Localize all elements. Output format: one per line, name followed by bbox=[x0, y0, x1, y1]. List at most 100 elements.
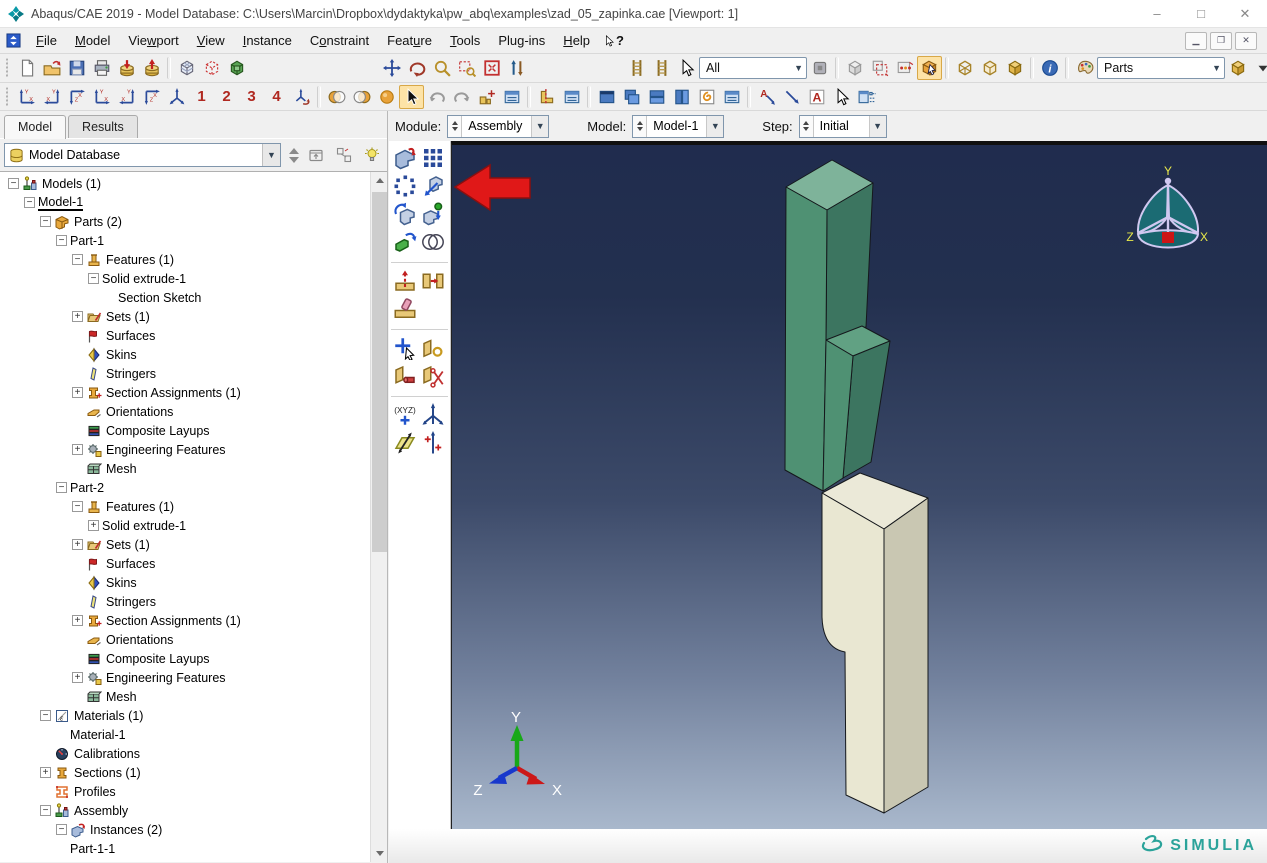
mdi-minimize-button[interactable]: ▁ bbox=[1185, 32, 1207, 50]
chevron-down-icon[interactable]: ▼ bbox=[869, 116, 886, 137]
tree-tips-button[interactable] bbox=[361, 144, 383, 166]
view-compass[interactable]: Y Z X bbox=[1126, 164, 1208, 248]
separator[interactable]: ▼ bbox=[587, 86, 591, 108]
tree-expander[interactable]: + bbox=[88, 520, 99, 531]
translate-instance-button[interactable] bbox=[419, 172, 447, 200]
annotation-text-button[interactable]: ▼ bbox=[804, 85, 829, 109]
user-view-4-button[interactable]: 4 ▼ bbox=[264, 85, 289, 109]
color-dropdown-button[interactable]: ▼ bbox=[1250, 56, 1267, 80]
tree-part-1-1[interactable]: Part-1-1 bbox=[0, 839, 370, 858]
tree-mesh-1[interactable]: Mesh bbox=[0, 459, 370, 478]
tile-horizontal-button[interactable]: ▼ bbox=[644, 85, 669, 109]
scroll-up-button[interactable] bbox=[371, 172, 387, 189]
green-part[interactable] bbox=[785, 160, 890, 491]
tree-part-1[interactable]: − Part-1 bbox=[0, 231, 370, 250]
rotate-instance-button[interactable] bbox=[391, 200, 419, 228]
tree-section-assignments-1[interactable]: + Section Assignments (1) bbox=[0, 383, 370, 402]
constraint-coincident-point-button[interactable] bbox=[391, 334, 419, 362]
box-zoom-button[interactable]: ▼ bbox=[454, 56, 479, 80]
scrollbar-thumb[interactable] bbox=[372, 192, 387, 552]
perspective-on-button[interactable]: ▼ bbox=[324, 85, 349, 109]
create-datum-point-xyz-button[interactable] bbox=[391, 401, 419, 429]
minimize-button[interactable]: – bbox=[1135, 0, 1179, 28]
menu-viewport[interactable]: Viewport bbox=[119, 30, 187, 51]
radial-pattern-button[interactable] bbox=[391, 172, 419, 200]
display-group-create-button[interactable]: ▼ bbox=[842, 56, 867, 80]
redo-button[interactable]: ▼ bbox=[449, 85, 474, 109]
display-group-pick-button[interactable]: ▼ bbox=[917, 56, 942, 80]
annotation-arrow-button[interactable]: ▼ bbox=[779, 85, 804, 109]
view-bottom-button[interactable]: ▼ bbox=[89, 85, 114, 109]
tree-sets-1[interactable]: + Sets (1) bbox=[0, 307, 370, 326]
tree-expander[interactable]: − bbox=[72, 254, 83, 265]
menu-plugins[interactable]: Plug-ins bbox=[489, 30, 554, 51]
reference-cube-button[interactable]: ▼ bbox=[199, 56, 224, 80]
scroll-down-button[interactable] bbox=[371, 845, 387, 862]
tab-results[interactable]: Results bbox=[68, 115, 138, 138]
model-spinner[interactable] bbox=[633, 116, 647, 137]
menu-tools[interactable]: Tools bbox=[441, 30, 489, 51]
module-combo[interactable]: Assembly ▼ bbox=[447, 115, 549, 138]
apply-view-button[interactable]: ▼ bbox=[289, 85, 314, 109]
tree-expander[interactable]: − bbox=[8, 178, 19, 189]
spacer[interactable]: ▼ bbox=[249, 56, 379, 80]
auto-fit-view-button[interactable]: ▼ bbox=[479, 56, 504, 80]
tree-features-2[interactable]: − Features (1) bbox=[0, 497, 370, 516]
tree-expander[interactable]: + bbox=[40, 767, 51, 778]
pointer-tool-button[interactable]: ▼ bbox=[399, 85, 424, 109]
tree-engineering-features-1[interactable]: + Engineering Features bbox=[0, 440, 370, 459]
menu-file[interactable]: File bbox=[27, 30, 66, 51]
tree-expander[interactable]: − bbox=[56, 824, 67, 835]
tree-expander[interactable]: − bbox=[88, 273, 99, 284]
separator[interactable]: ▼ bbox=[945, 57, 949, 79]
display-group-points-button[interactable]: ▼ bbox=[892, 56, 917, 80]
tree-parts[interactable]: − Parts (2) bbox=[0, 212, 370, 231]
separator[interactable]: ▼ bbox=[747, 86, 751, 108]
export-database-button[interactable]: ▼ bbox=[139, 56, 164, 80]
tree-surfaces-1[interactable]: Surfaces bbox=[0, 326, 370, 345]
tree-expander[interactable]: − bbox=[40, 216, 51, 227]
print-button[interactable]: ▼ bbox=[89, 56, 114, 80]
separator[interactable]: ▼ bbox=[317, 86, 321, 108]
spin-up-icon[interactable] bbox=[289, 148, 299, 154]
tree-section-assignments-2[interactable]: + Section Assignments (1) bbox=[0, 611, 370, 630]
constraint-parallel-edge-button[interactable] bbox=[419, 334, 447, 362]
import-database-button[interactable]: ▼ bbox=[114, 56, 139, 80]
color-code-combo[interactable]: Parts ▼ bbox=[1097, 57, 1225, 79]
tree-expander[interactable]: + bbox=[72, 615, 83, 626]
chevron-down-icon[interactable]: ▼ bbox=[531, 116, 548, 137]
tree-orientations-1[interactable]: Orientations bbox=[0, 402, 370, 421]
view-cut-manager-button[interactable]: ▼ bbox=[559, 85, 584, 109]
tile-vertical-button[interactable]: ▼ bbox=[669, 85, 694, 109]
tree-expander[interactable]: − bbox=[40, 710, 51, 721]
color-palette-button[interactable]: ▼ bbox=[1072, 56, 1097, 80]
selection-filter-combo[interactable]: All ▼ bbox=[699, 57, 807, 79]
tree-composite-layups-1[interactable]: Composite Layups bbox=[0, 421, 370, 440]
render-shaded-button[interactable]: ▼ bbox=[1002, 56, 1027, 80]
display-group-crop-button[interactable]: ▼ bbox=[867, 56, 892, 80]
user-view-3-button[interactable]: 3 ▼ bbox=[239, 85, 264, 109]
tree-models[interactable]: − Models (1) bbox=[0, 174, 370, 193]
separator[interactable]: ▼ bbox=[835, 57, 839, 79]
viewport-canvas[interactable]: Y Z X Y Z X bbox=[451, 141, 1267, 829]
select-cursor-button[interactable]: ▼ bbox=[674, 56, 699, 80]
query-info-button[interactable]: ▼ bbox=[1037, 56, 1062, 80]
view-iso-button[interactable]: ▼ bbox=[164, 85, 189, 109]
create-datum-csys-button[interactable] bbox=[419, 429, 447, 457]
magnify-view-button[interactable]: ▼ bbox=[429, 56, 454, 80]
tree-spin-buttons[interactable] bbox=[289, 148, 299, 163]
create-viewport-button[interactable]: ▼ bbox=[594, 85, 619, 109]
selection-options-button[interactable]: ▼ bbox=[807, 56, 832, 80]
separator[interactable]: ▼ bbox=[167, 57, 171, 79]
user-view-1-button[interactable]: 1 ▼ bbox=[189, 85, 214, 109]
view-cut-button[interactable]: ▼ bbox=[534, 85, 559, 109]
tree-expander[interactable]: − bbox=[56, 482, 67, 493]
tree-model-1[interactable]: − Model-1 bbox=[0, 193, 370, 212]
tree-surfaces-2[interactable]: Surfaces bbox=[0, 554, 370, 573]
annotation-label-arrow-button[interactable]: ▼ bbox=[754, 85, 779, 109]
spin-down-icon[interactable] bbox=[289, 157, 299, 163]
mdi-close-button[interactable]: ✕ bbox=[1235, 32, 1257, 50]
tree-expander[interactable]: + bbox=[72, 444, 83, 455]
chevron-down-icon[interactable]: ▼ bbox=[706, 116, 723, 137]
rail-track-button[interactable]: ▼ bbox=[624, 56, 649, 80]
